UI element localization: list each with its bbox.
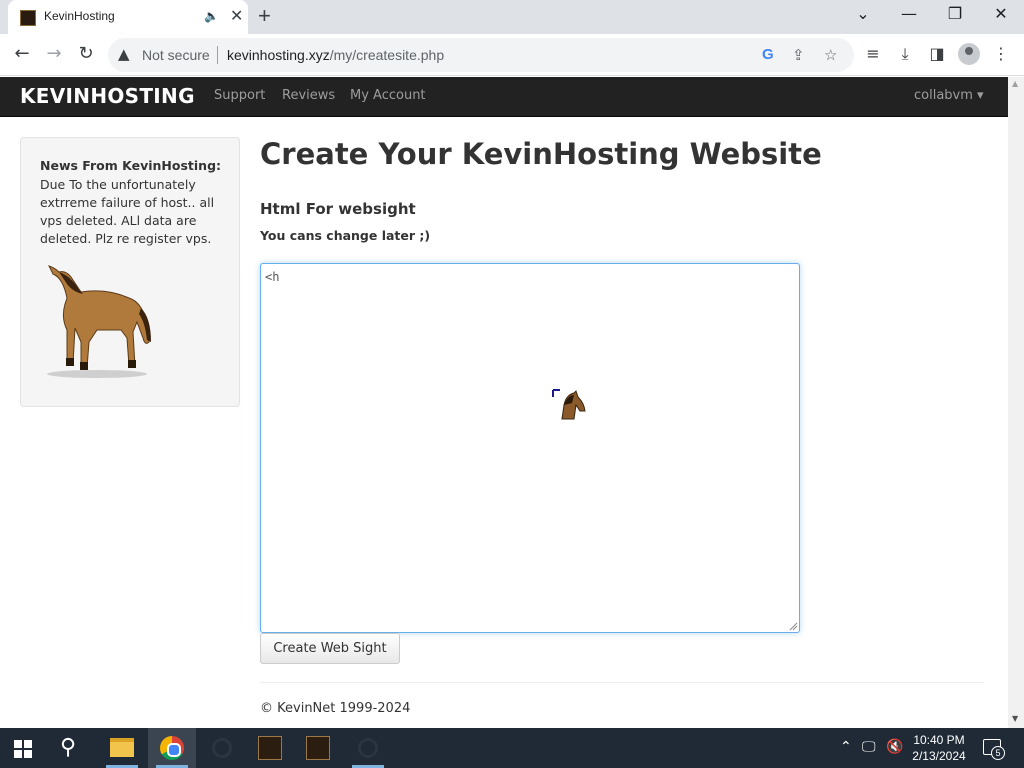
- footer-copyright: © KevinNet 1999-2024: [260, 701, 411, 716]
- chrome-icon: [160, 736, 184, 760]
- url-text[interactable]: kevinhosting.xyz/my/createsite.php: [227, 47, 444, 63]
- news-title: News From KevinHosting:: [40, 158, 222, 173]
- share-icon[interactable]: ⇪: [792, 46, 805, 64]
- address-bar[interactable]: ▲ Not secure kevinhosting.xyz/my/creates…: [108, 38, 854, 72]
- taskbar-app-dim[interactable]: [198, 728, 246, 768]
- menu-dots-icon[interactable]: ⋮: [990, 44, 1012, 63]
- back-arrow-icon[interactable]: ←: [10, 43, 34, 64]
- taskbar-horse-app-1[interactable]: [246, 728, 294, 768]
- warning-triangle-icon[interactable]: ▲: [118, 45, 130, 63]
- window-close-icon[interactable]: ✕: [986, 4, 1016, 23]
- site-navbar: KEVINHOSTING Support Reviews My Account …: [0, 77, 1008, 117]
- clock-date: 2/13/2024: [912, 749, 966, 763]
- url-host: kevinhosting.xyz: [227, 47, 330, 63]
- star-icon[interactable]: ☆: [824, 46, 837, 64]
- html-editor-textarea[interactable]: [260, 263, 800, 633]
- horse-app-icon: [306, 736, 330, 760]
- horse-image: [47, 265, 151, 378]
- horse-cursor-icon: [552, 389, 586, 420]
- speaker-icon[interactable]: 🔈: [204, 9, 219, 23]
- restore-icon[interactable]: ❐: [940, 4, 970, 23]
- nav-support[interactable]: Support: [214, 88, 265, 103]
- news-body: Due To the unfortunately extrreme failur…: [40, 177, 215, 246]
- clock-time: 10:40 PM: [913, 733, 965, 747]
- forward-arrow-icon[interactable]: →: [42, 43, 66, 64]
- chevron-down-icon[interactable]: ⌄: [848, 4, 878, 23]
- windows-start-icon[interactable]: [14, 740, 32, 758]
- page-title: Create Your KevinHosting Website: [260, 137, 822, 171]
- taskbar-file-explorer[interactable]: [98, 728, 146, 768]
- tab-title: KevinHosting: [44, 9, 115, 23]
- nav-my-account[interactable]: My Account: [350, 88, 426, 103]
- tray-chevron-up-icon[interactable]: ⌃: [840, 739, 852, 755]
- web-page: KEVINHOSTING Support Reviews My Account …: [0, 77, 1008, 728]
- profile-avatar-icon[interactable]: [958, 43, 980, 65]
- divider: [217, 46, 218, 64]
- reload-icon[interactable]: ↻: [74, 43, 98, 64]
- html-field-label: Html For websight: [260, 200, 416, 218]
- search-icon[interactable]: ⚲: [60, 735, 76, 760]
- site-brand[interactable]: KEVINHOSTING: [20, 84, 195, 108]
- taskbar-chrome[interactable]: [148, 728, 196, 768]
- news-panel: News From KevinHosting: Due To the unfor…: [20, 137, 240, 407]
- folder-icon: [110, 738, 134, 757]
- close-icon[interactable]: ✕: [230, 6, 243, 25]
- volume-muted-icon[interactable]: 🔇: [886, 739, 903, 755]
- browser-toolbar: ← → ↻ ▲ Not secure kevinhosting.xyz/my/c…: [0, 34, 1024, 76]
- google-icon[interactable]: G: [762, 46, 774, 63]
- nav-reviews[interactable]: Reviews: [282, 88, 335, 103]
- browser-titlebar: KevinHosting 🔈 ✕ + ⌄ — ❐ ✕: [0, 0, 1024, 34]
- security-label[interactable]: Not secure: [142, 47, 210, 63]
- html-field-hint: You cans change later ;): [260, 228, 431, 243]
- taskbar-app-dim-2[interactable]: [344, 728, 392, 768]
- user-dropdown[interactable]: collabvm ▾: [914, 88, 984, 103]
- windows-taskbar: ⚲ ⌃ 🖵 🔇 10:40 PM 2/13/2024 5: [0, 728, 1024, 768]
- url-path: /my/createsite.php: [329, 47, 445, 63]
- side-panel-icon[interactable]: ◨: [926, 44, 948, 63]
- network-icon[interactable]: 🖵: [862, 739, 876, 755]
- browser-tab[interactable]: KevinHosting 🔈 ✕: [8, 0, 248, 34]
- new-tab-plus-icon[interactable]: +: [258, 3, 271, 29]
- reading-list-icon[interactable]: ≡: [862, 44, 884, 63]
- system-clock[interactable]: 10:40 PM 2/13/2024: [906, 732, 972, 764]
- app-icon: [358, 738, 378, 758]
- scroll-down-icon[interactable]: ▼: [1012, 714, 1018, 723]
- app-icon: [212, 738, 232, 758]
- page-scrollbar[interactable]: ▲ ▼: [1008, 77, 1024, 728]
- scroll-up-icon[interactable]: ▲: [1012, 79, 1018, 88]
- minimize-icon[interactable]: —: [894, 4, 924, 23]
- horse-app-icon: [258, 736, 282, 760]
- footer-divider: [260, 682, 984, 683]
- notification-badge: 5: [991, 746, 1005, 760]
- download-icon[interactable]: ⤓: [894, 44, 916, 64]
- taskbar-horse-app-2[interactable]: [294, 728, 342, 768]
- horse-favicon-icon: [20, 10, 36, 26]
- create-web-sight-button[interactable]: Create Web Sight: [260, 633, 400, 664]
- resize-handle-icon[interactable]: [788, 621, 798, 631]
